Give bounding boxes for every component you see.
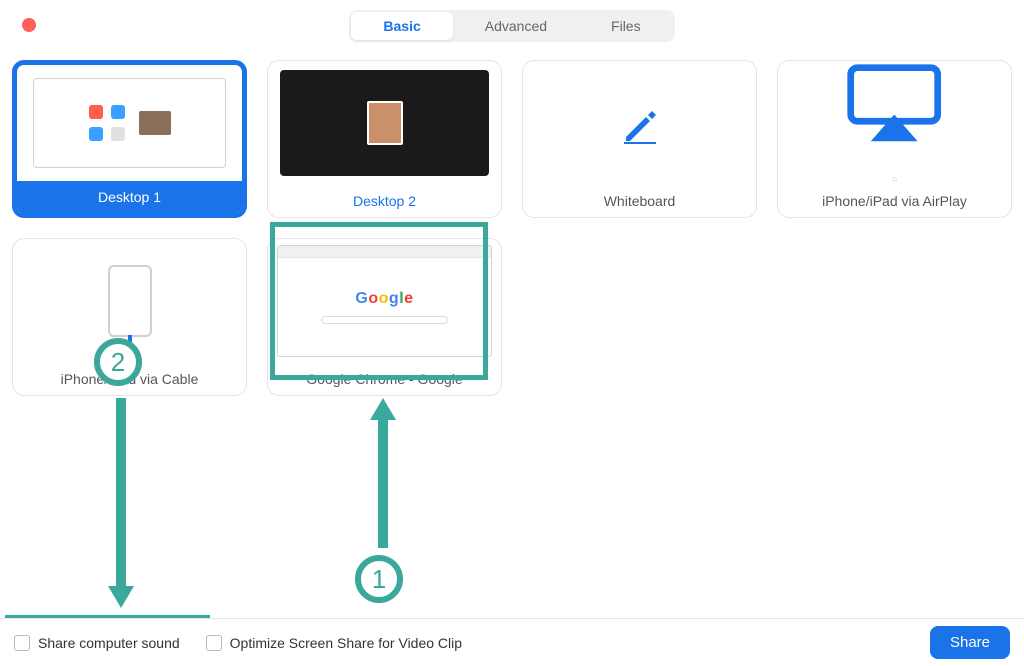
checkbox-label: Share computer sound xyxy=(38,635,180,651)
chrome-window-preview: Google xyxy=(268,239,501,363)
share-sources-grid: Desktop 1 Desktop 2 Whiteboard ○ iPhone/… xyxy=(0,42,1024,396)
annotation-arrow-down-icon xyxy=(108,398,134,608)
phone-cable-icon xyxy=(13,239,246,363)
source-label: Desktop 2 xyxy=(268,185,501,217)
footer-bar: Share computer sound Optimize Screen Sha… xyxy=(0,618,1024,666)
source-label: Whiteboard xyxy=(523,185,756,217)
source-label: Google Chrome - Google xyxy=(268,363,501,395)
desktop-2-preview xyxy=(268,61,501,185)
source-whiteboard[interactable]: Whiteboard xyxy=(522,60,757,218)
source-iphone-airplay[interactable]: ○ iPhone/iPad via AirPlay xyxy=(777,60,1012,218)
checkbox-icon xyxy=(14,635,30,651)
desktop-1-preview xyxy=(17,65,242,181)
checkbox-optimize-video[interactable]: Optimize Screen Share for Video Clip xyxy=(206,635,462,651)
source-label: iPhone/iPad via Cable xyxy=(13,363,246,395)
source-label: iPhone/iPad via AirPlay xyxy=(778,185,1011,217)
source-desktop-1[interactable]: Desktop 1 xyxy=(12,60,247,218)
airplay-icon: ○ xyxy=(778,61,1011,185)
tab-advanced[interactable]: Advanced xyxy=(453,12,579,40)
share-button[interactable]: Share xyxy=(930,626,1010,659)
source-iphone-cable[interactable]: iPhone/iPad via Cable xyxy=(12,238,247,396)
tab-bar: Basic Advanced Files xyxy=(0,0,1024,42)
source-label: Desktop 1 xyxy=(17,181,242,213)
checkbox-label: Optimize Screen Share for Video Clip xyxy=(230,635,462,651)
checkbox-icon xyxy=(206,635,222,651)
source-desktop-2[interactable]: Desktop 2 xyxy=(267,60,502,218)
checkbox-share-sound[interactable]: Share computer sound xyxy=(14,635,180,651)
google-logo-icon: Google xyxy=(355,290,413,308)
window-close-button[interactable] xyxy=(22,18,36,32)
annotation-step-1-badge: 1 xyxy=(355,555,403,603)
tab-basic[interactable]: Basic xyxy=(351,12,452,40)
source-chrome-google[interactable]: Google Google Chrome - Google xyxy=(267,238,502,396)
annotation-arrow-up-icon xyxy=(370,398,396,548)
tab-files[interactable]: Files xyxy=(579,12,673,40)
pencil-icon xyxy=(523,61,756,185)
